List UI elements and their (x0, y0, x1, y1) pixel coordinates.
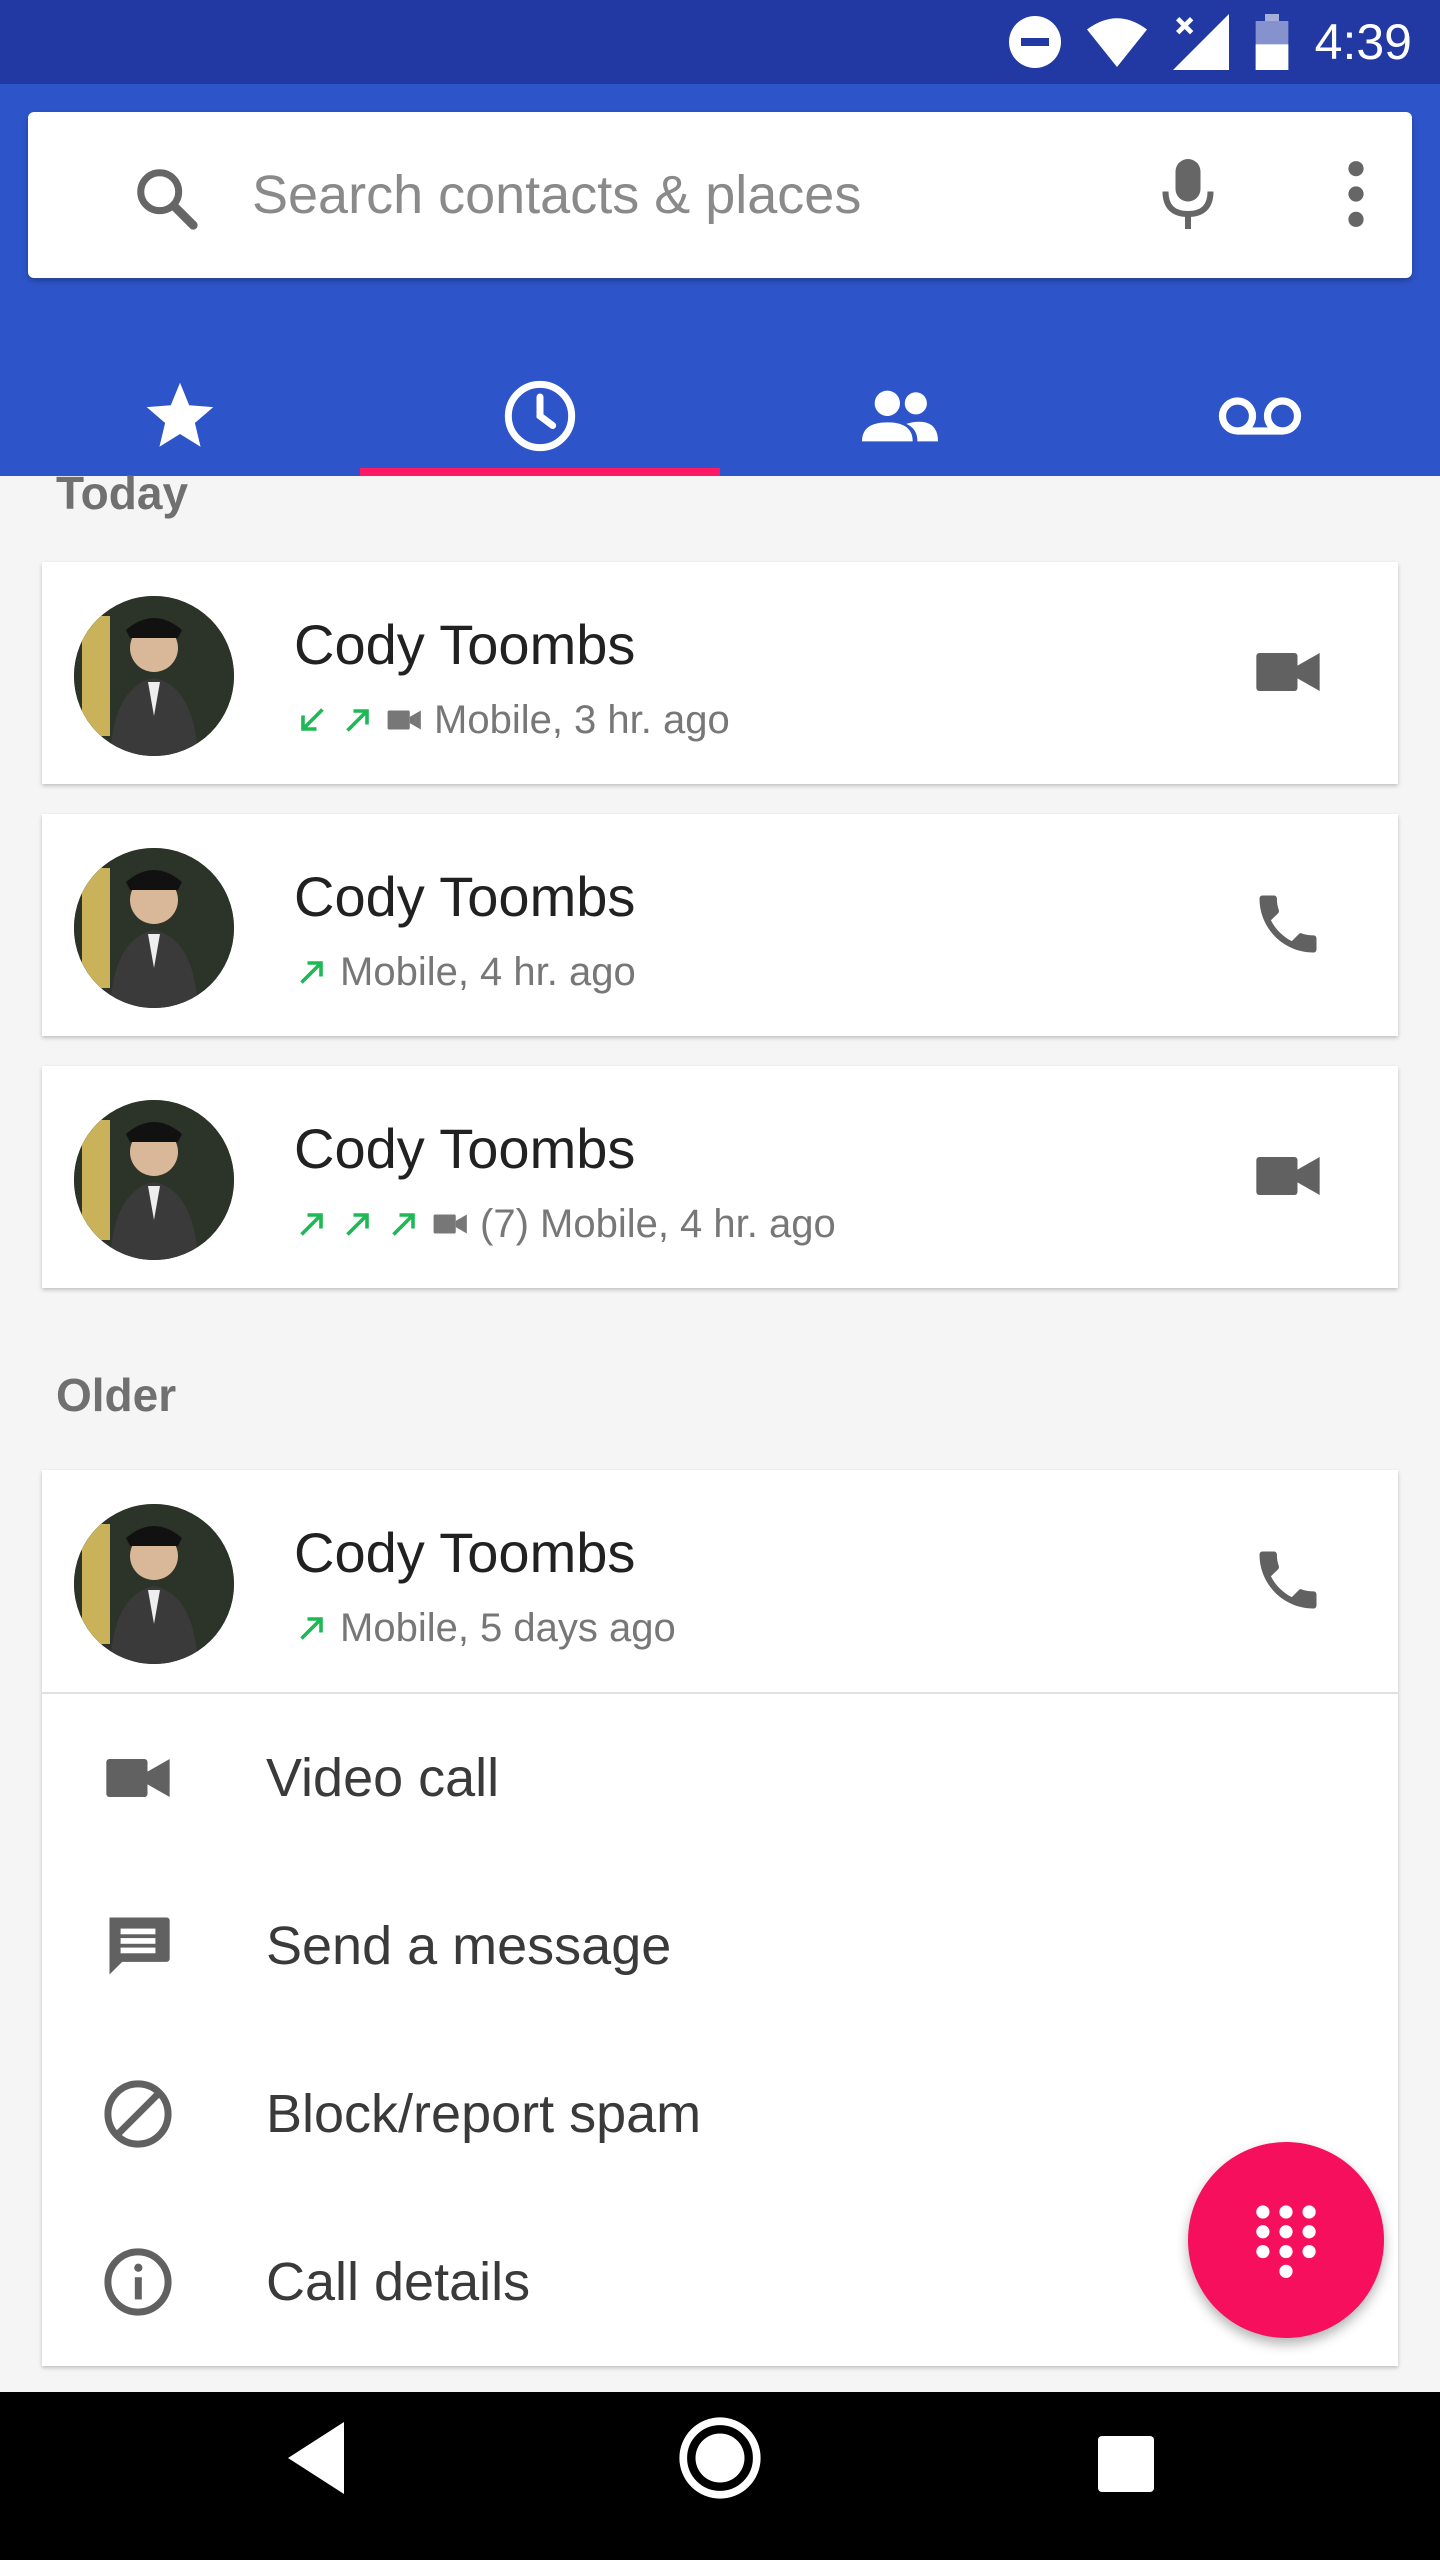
call-info: Mobile, 5 days ago (294, 1600, 676, 1656)
menu-item-label: Video call (266, 1748, 500, 1808)
call-log-entry[interactable]: Cody Toombs (7) Mobile, 4 hr. ago (42, 1066, 1398, 1288)
dialpad-icon (1256, 2205, 1316, 2278)
contact-name: Cody Toombs (294, 865, 636, 928)
more-options-icon[interactable] (1328, 156, 1384, 232)
call-detail: (7) Mobile, 4 hr. ago (480, 1201, 836, 1246)
contact-avatar[interactable] (74, 596, 234, 756)
videocam-icon[interactable] (1250, 1138, 1326, 1214)
incoming-call-icon (301, 708, 324, 731)
videocam-icon (106, 1759, 170, 1797)
status-icons: 4:39 (1008, 0, 1412, 84)
tab-bar (0, 356, 1440, 476)
contact-avatar[interactable] (74, 848, 234, 1008)
call-log-entry[interactable]: Cody Toombs Mobile, 3 hr. ago (42, 562, 1398, 784)
star-icon (146, 382, 214, 447)
call-info: Mobile, 3 hr. ago (294, 692, 730, 748)
dialpad-fab-button[interactable] (1188, 2142, 1384, 2338)
tab-contacts[interactable] (720, 356, 1080, 476)
section-header-today: Today (56, 467, 189, 519)
tab-speed-dial[interactable] (0, 356, 360, 476)
menu-item-video-call[interactable]: Video call (42, 1694, 1398, 1862)
contact-name: Cody Toombs (294, 613, 636, 676)
outgoing-call-icon (346, 709, 369, 732)
call-log-entry[interactable]: Cody Toombs Mobile, 4 hr. ago (42, 814, 1398, 1036)
status-time: 4:39 (1314, 14, 1412, 70)
app-bar (0, 84, 1440, 476)
call-info: Mobile, 4 hr. ago (294, 944, 636, 1000)
call-info: (7) Mobile, 4 hr. ago (294, 1196, 836, 1252)
call-detail: Mobile, 5 days ago (340, 1605, 676, 1650)
wifi-icon (1086, 18, 1147, 67)
menu-item-block-report-spam[interactable]: Block/report spam (42, 2030, 1398, 2198)
system-navigation-bar (0, 2392, 1440, 2560)
contact-name: Cody Toombs (294, 1117, 636, 1180)
people-icon (862, 390, 938, 442)
section-header-older: Older (56, 1369, 177, 1421)
phone-icon[interactable] (1250, 1542, 1326, 1618)
battery-icon (1255, 14, 1289, 70)
video-call-indicator-icon (387, 710, 421, 730)
menu-item-label: Call details (266, 2252, 531, 2312)
outgoing-call-icon (392, 1213, 415, 1236)
info-icon (104, 2248, 172, 2316)
message-icon (109, 1917, 170, 1975)
voicemail-icon (1218, 397, 1302, 435)
menu-item-label: Block/report spam (266, 2084, 702, 2144)
call-detail: Mobile, 3 hr. ago (434, 697, 730, 742)
microphone-icon[interactable] (1158, 156, 1218, 232)
search-box[interactable] (28, 112, 1412, 278)
tab-voicemail[interactable] (1080, 356, 1440, 476)
videocam-icon[interactable] (1250, 634, 1326, 710)
status-bar: 4:39 (0, 0, 1440, 84)
outgoing-call-icon (346, 1213, 369, 1236)
search-input[interactable] (252, 152, 1112, 238)
recents-icon[interactable] (1098, 2436, 1154, 2492)
phone-icon[interactable] (1250, 886, 1326, 962)
outgoing-call-icon (300, 1213, 323, 1236)
block-icon (104, 2080, 172, 2148)
clock-icon (504, 380, 576, 452)
contact-name: Cody Toombs (294, 1521, 636, 1584)
call-detail: Mobile, 4 hr. ago (340, 949, 636, 994)
tab-recents[interactable] (360, 356, 720, 476)
signal-icon (1172, 14, 1229, 70)
contact-avatar[interactable] (74, 1100, 234, 1260)
do-not-disturb-icon (1008, 16, 1061, 68)
video-call-indicator-icon (433, 1214, 467, 1234)
search-icon[interactable] (132, 164, 202, 234)
contact-avatar[interactable] (74, 1504, 234, 1664)
home-icon[interactable] (678, 2416, 762, 2500)
outgoing-call-icon (300, 1617, 323, 1640)
back-icon[interactable] (288, 2422, 344, 2494)
outgoing-call-icon (300, 961, 323, 984)
menu-item-send-message[interactable]: Send a message (42, 1862, 1398, 2030)
menu-item-label: Send a message (266, 1916, 672, 1976)
